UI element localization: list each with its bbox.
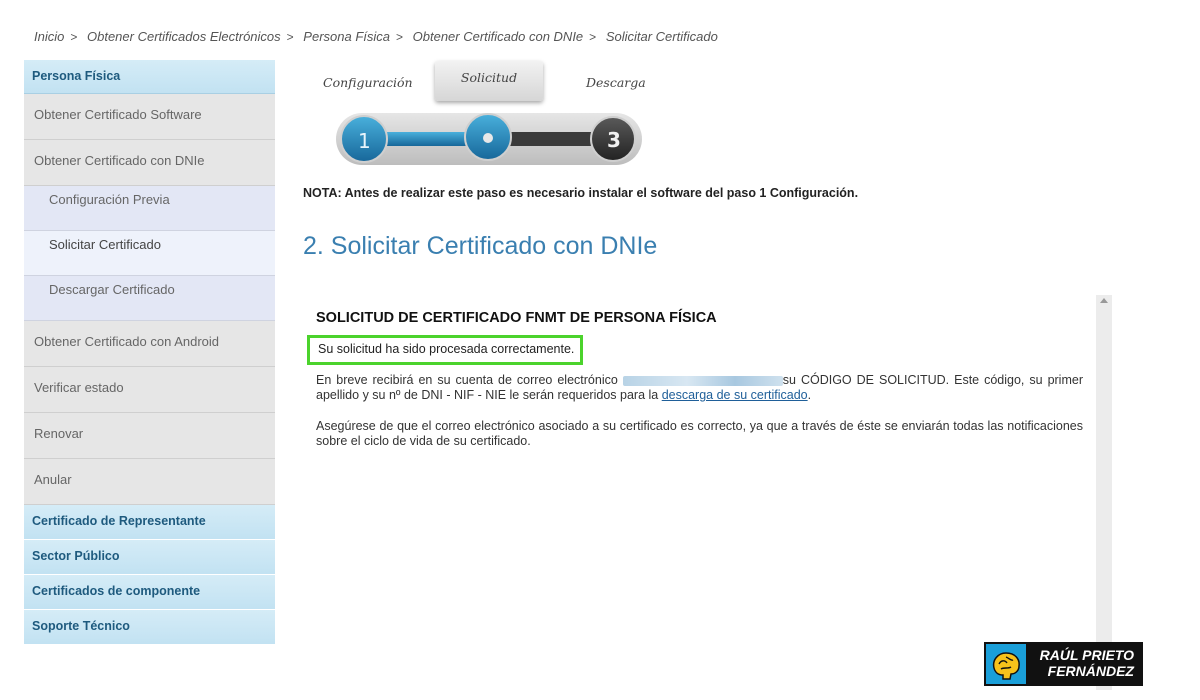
sidebar-item-renovar[interactable]: Renovar — [24, 413, 275, 459]
step-number-1: 1 — [358, 129, 371, 153]
breadcrumb-certificado-dnie[interactable]: Obtener Certificado con DNIe — [413, 29, 584, 44]
download-certificate-link[interactable]: descarga de su certificado — [662, 388, 808, 402]
step-tab-solicitud: Solicitud — [435, 61, 543, 101]
watermark-text: RAÚL PRIETO FERNÁNDEZ — [1039, 647, 1134, 679]
step-number-3: 3 — [607, 128, 621, 152]
sidebar-subitem-configuracion-previa[interactable]: Configuración Previa — [24, 186, 275, 231]
sidebar-subitem-solicitar-certificado[interactable]: Solicitar Certificado — [24, 231, 275, 276]
step-progress: Configuración Solicitud Descarga 1 3 — [300, 58, 660, 173]
request-heading: SOLICITUD DE CERTIFICADO FNMT DE PERSONA… — [316, 310, 717, 326]
breadcrumb-persona-fisica[interactable]: Persona Física — [303, 29, 390, 44]
sidebar-section-componente[interactable]: Certificados de componente — [24, 575, 275, 610]
step-label-solicitud: Solicitud — [460, 70, 518, 85]
author-watermark: RAÚL PRIETO FERNÁNDEZ — [984, 642, 1143, 686]
page-title: 2. Solicitar Certificado con DNIe — [303, 232, 658, 260]
sidebar-item-anular[interactable]: Anular — [24, 459, 275, 505]
breadcrumb-inicio[interactable]: Inicio — [34, 29, 64, 44]
install-note: NOTA: Antes de realizar este paso es nec… — [303, 186, 859, 200]
success-message: Su solicitud ha sido procesada correctam… — [307, 335, 584, 365]
breadcrumb-current: Solicitar Certificado — [605, 29, 718, 44]
sidebar-section-soporte-tecnico[interactable]: Soporte Técnico — [24, 610, 275, 645]
sidebar-item-certificado-android[interactable]: Obtener Certificado con Android — [24, 321, 275, 367]
redacted-email — [622, 375, 783, 386]
sidebar-item-verificar-estado[interactable]: Verificar estado — [24, 367, 275, 413]
sidebar-section-sector-publico[interactable]: Sector Público — [24, 540, 275, 575]
breadcrumb: Inicio > Obtener Certificados Electrónico… — [34, 29, 718, 44]
sidebar-section-representante[interactable]: Certificado de Representante — [24, 505, 275, 540]
step-label-configuracion: Configuración — [323, 75, 413, 90]
sidebar: Persona Física Obtener Certificado Softw… — [24, 60, 275, 645]
panel-scrollbar[interactable] — [1096, 295, 1112, 690]
info-paragraph: En breve recibirá en su cuenta de correo… — [316, 373, 1083, 402]
breadcrumb-obtener-certificados[interactable]: Obtener Certificados Electrónicos — [87, 29, 281, 44]
sidebar-header-persona-fisica[interactable]: Persona Física — [24, 60, 275, 94]
request-result-panel: SOLICITUD DE CERTIFICADO FNMT DE PERSONA… — [304, 295, 1096, 690]
sidebar-item-certificado-software[interactable]: Obtener Certificado Software — [24, 94, 275, 140]
step-label-descarga: Descarga — [586, 75, 646, 90]
email-warning-paragraph: Asegúrese de que el correo electrónico a… — [316, 419, 1083, 448]
sidebar-subitem-descargar-certificado[interactable]: Descargar Certificado — [24, 276, 275, 321]
scroll-up-arrow-icon[interactable] — [1100, 298, 1108, 303]
sidebar-item-certificado-dnie[interactable]: Obtener Certificado con DNIe — [24, 140, 275, 186]
brain-logo-icon — [986, 644, 1026, 684]
